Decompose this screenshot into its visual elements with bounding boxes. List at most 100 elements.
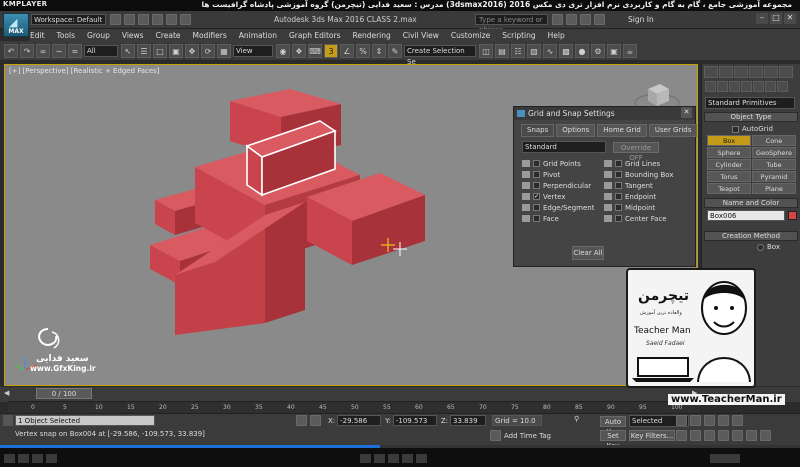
creation-method-rollout[interactable]: Creation Method (704, 231, 798, 241)
window-crossing-icon[interactable]: ▣ (169, 43, 183, 58)
player-next-icon[interactable] (402, 454, 413, 463)
helpers-icon[interactable] (753, 81, 764, 92)
unlink-icon[interactable]: ∼ (52, 43, 66, 58)
modify-tab-icon[interactable] (719, 65, 733, 78)
tube-button[interactable]: Tube (752, 159, 796, 170)
new-icon[interactable] (110, 14, 121, 25)
name-and-color-rollout[interactable]: Name and Color (704, 198, 798, 208)
object-type-rollout[interactable]: Object Type (704, 112, 798, 122)
reference-coordinate-dropdown[interactable]: View (233, 44, 273, 57)
geometry-icon[interactable] (705, 81, 716, 92)
snaps-toggle-icon[interactable]: 3 (324, 43, 338, 58)
display-tab-icon[interactable] (764, 65, 778, 78)
prev-frame-icon[interactable]: ◀ (4, 389, 14, 398)
edge-segment-checkbox[interactable] (533, 204, 540, 211)
snap-option-midpoint[interactable]: Midpoint (604, 202, 694, 213)
next-key-icon[interactable] (718, 415, 729, 426)
auto-key-button[interactable]: Auto Key (600, 415, 626, 436)
go-to-end-icon[interactable] (732, 415, 743, 426)
cameras-icon[interactable] (741, 81, 752, 92)
project-folder-icon[interactable] (180, 14, 191, 25)
field-of-view-icon[interactable] (718, 430, 729, 441)
player-audio-icon[interactable] (46, 454, 57, 463)
maximize-icon[interactable]: □ (770, 13, 782, 24)
snap-option-pivot[interactable]: Pivot (522, 169, 604, 180)
redo-icon[interactable]: ↷ (20, 43, 34, 58)
pyramid-button[interactable]: Pyramid (752, 171, 796, 182)
tab-snaps[interactable]: Snaps (521, 124, 555, 137)
snap-option-perpendicular[interactable]: Perpendicular (522, 180, 604, 191)
menu-rendering[interactable]: Rendering (352, 31, 390, 40)
undo-icon[interactable] (152, 14, 163, 25)
star-icon[interactable] (580, 14, 591, 25)
motion-tab-icon[interactable] (749, 65, 763, 78)
snap-option-grid-points[interactable]: Grid Points (522, 158, 604, 169)
render-production-icon[interactable]: ☕ (623, 43, 637, 58)
open-icon[interactable] (124, 14, 135, 25)
snap-option-tangent[interactable]: Tangent (604, 180, 694, 191)
menu-scripting[interactable]: Scripting (502, 31, 535, 40)
grid-points-checkbox[interactable] (533, 160, 540, 167)
close-icon[interactable]: ✕ (681, 107, 692, 118)
layer-manager-icon[interactable]: ☷ (511, 43, 525, 58)
curve-editor-icon[interactable]: ∿ (543, 43, 557, 58)
grid-lines-checkbox[interactable] (615, 160, 622, 167)
y-coordinate-field[interactable]: -109.573 (392, 415, 437, 426)
menu-group[interactable]: Group (87, 31, 110, 40)
mirror-icon[interactable]: ◫ (479, 43, 493, 58)
material-editor-icon[interactable]: ● (575, 43, 589, 58)
center-face-checkbox[interactable] (615, 215, 622, 222)
orbit-icon[interactable] (746, 430, 757, 441)
undo-icon[interactable]: ↶ (4, 43, 18, 58)
dialog-titlebar[interactable]: Grid and Snap Settings ✕ (514, 107, 695, 120)
menu-edit[interactable]: Edit (30, 31, 45, 40)
autogrid-checkbox[interactable] (732, 125, 739, 133)
sphere-button[interactable]: Sphere (707, 147, 751, 158)
maximize-viewport-icon[interactable] (760, 430, 771, 441)
named-selection-sets-dropdown[interactable]: Create Selection Se (404, 44, 476, 66)
search-icon[interactable] (552, 14, 563, 25)
tangent-checkbox[interactable] (615, 182, 622, 189)
move-icon[interactable]: ✥ (185, 43, 199, 58)
schematic-view-icon[interactable]: ▩ (559, 43, 573, 58)
snap-option-face[interactable]: Face (522, 213, 604, 224)
player-play-icon[interactable] (388, 454, 399, 463)
minimize-icon[interactable]: – (756, 13, 768, 24)
link-icon[interactable]: ∞ (36, 43, 50, 58)
menu-help[interactable]: Help (548, 31, 565, 40)
menu-modifiers[interactable]: Modifiers (193, 31, 227, 40)
scale-icon[interactable]: ▦ (217, 43, 231, 58)
pan-icon[interactable] (732, 430, 743, 441)
snap-option-edge-segment[interactable]: Edge/Segment (522, 202, 604, 213)
render-setup-icon[interactable]: ⚙ (591, 43, 605, 58)
previous-key-icon[interactable] (690, 415, 701, 426)
menu-graph-editors[interactable]: Graph Editors (289, 31, 341, 40)
clear-all-button[interactable]: Clear All (572, 246, 604, 260)
bind-spacewarp-icon[interactable]: ≈ (68, 43, 82, 58)
object-color-swatch[interactable] (788, 211, 797, 220)
redo-icon[interactable] (166, 14, 177, 25)
player-prev-icon[interactable] (374, 454, 385, 463)
keyboard-shortcut-icon[interactable]: ⌨ (308, 43, 322, 58)
menu-views[interactable]: Views (122, 31, 144, 40)
absolute-mode-icon[interactable] (310, 415, 321, 426)
pivot-center-icon[interactable]: ◉ (276, 43, 290, 58)
primitive-category-dropdown[interactable]: Standard Primitives (705, 97, 795, 109)
edit-named-selection-icon[interactable]: ✎ (388, 43, 402, 58)
geosphere-button[interactable]: GeoSphere (752, 147, 796, 158)
player-open-icon[interactable] (416, 454, 427, 463)
lock-selection-icon[interactable] (296, 415, 307, 426)
snap-option-bounding-box[interactable]: Bounding Box (604, 169, 694, 180)
tab-home-grid[interactable]: Home Grid (597, 124, 647, 137)
zoom-all-icon[interactable] (690, 430, 701, 441)
save-icon[interactable] (138, 14, 149, 25)
object-name-input[interactable]: Box006 (707, 210, 785, 221)
snap-option-grid-lines[interactable]: Grid Lines (604, 158, 694, 169)
z-coordinate-field[interactable]: 33.839 (450, 415, 487, 426)
selection-filter-dropdown[interactable]: All (84, 44, 118, 57)
viewport-label[interactable]: [+] [Perspective] [Realistic + Edged Fac… (9, 67, 160, 75)
hierarchy-tab-icon[interactable] (734, 65, 748, 78)
spacewarps-icon[interactable] (765, 81, 776, 92)
rendered-frame-window-icon[interactable]: ▣ (607, 43, 621, 58)
torus-button[interactable]: Torus (707, 171, 751, 182)
